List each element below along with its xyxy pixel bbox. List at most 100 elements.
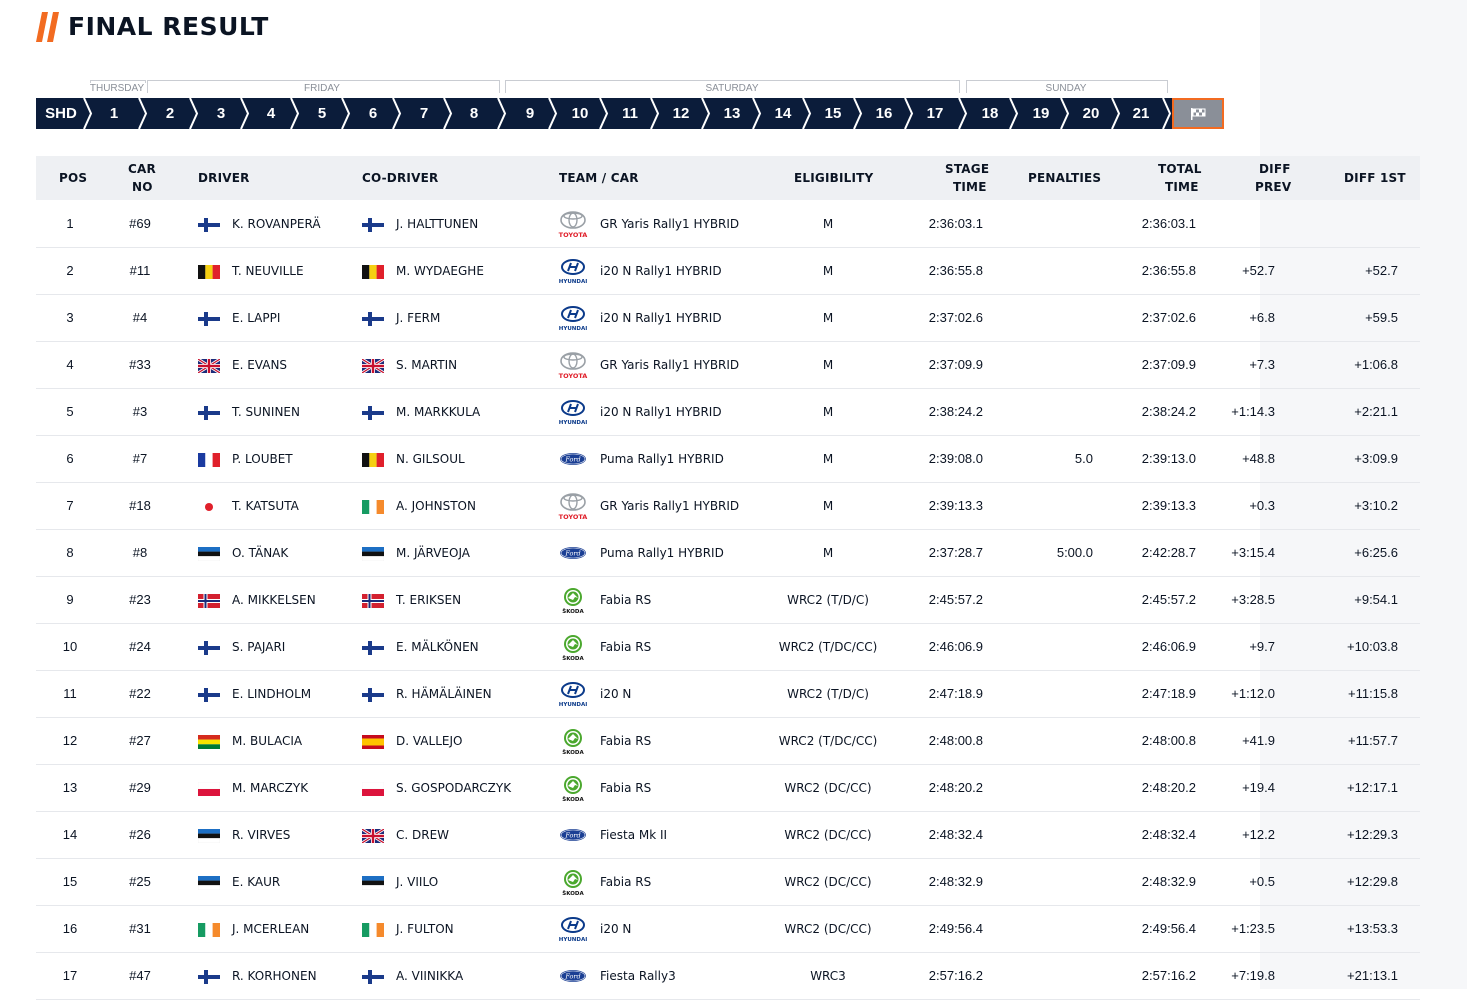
col-eligibility[interactable]: ELIGIBILITY bbox=[794, 169, 873, 187]
col-total-time-line1[interactable]: TOTAL bbox=[1158, 160, 1202, 178]
driver-name[interactable]: P. LOUBET bbox=[232, 436, 293, 482]
col-diff-prev-line1[interactable]: DIFF bbox=[1259, 160, 1291, 178]
stage-tab-15[interactable]: 15 bbox=[811, 98, 855, 129]
col-team-car[interactable]: TEAM / CAR bbox=[559, 169, 639, 187]
table-row[interactable]: 15 #25 E. KAUR J. VIILO ŠKODA Fabia RS WRC2 (D… bbox=[36, 859, 1420, 906]
driver-name[interactable]: O. TÄNAK bbox=[232, 530, 288, 576]
driver-name[interactable]: R. VIRVES bbox=[232, 812, 290, 858]
stage-tab-17[interactable]: 17 bbox=[913, 98, 957, 129]
stage-tab-18[interactable]: 18 bbox=[968, 98, 1012, 129]
stage-tab-5[interactable]: 5 bbox=[300, 98, 344, 129]
table-row[interactable]: 16 #31 J. MCERLEAN J. FULTON HYUNDAI i20 N WRC… bbox=[36, 906, 1420, 953]
stage-tab-3[interactable]: 3 bbox=[199, 98, 243, 129]
driver-name[interactable]: M. BULACIA bbox=[232, 718, 302, 764]
co-driver-name[interactable]: E. MÄLKÖNEN bbox=[396, 624, 479, 670]
stage-tab-6[interactable]: 6 bbox=[351, 98, 395, 129]
table-row[interactable]: 14 #26 R. VIRVES C. DREW Ford Fiesta Mk II WRC… bbox=[36, 812, 1420, 859]
col-car-no-line2[interactable]: NO bbox=[132, 178, 153, 196]
col-stage-time-line1[interactable]: STAGE bbox=[945, 160, 989, 178]
col-total-time-line2[interactable]: TIME bbox=[1165, 178, 1199, 196]
col-pos[interactable]: POS bbox=[59, 169, 87, 187]
stage-tab-12[interactable]: 12 bbox=[659, 98, 703, 129]
driver-name[interactable]: R. KORHONEN bbox=[232, 953, 317, 999]
stage-tab-finish[interactable] bbox=[1173, 98, 1223, 129]
svg-text:HYUNDAI: HYUNDAI bbox=[559, 326, 588, 332]
driver-name[interactable]: T. KATSUTA bbox=[232, 483, 299, 529]
stage-tab-16[interactable]: 16 bbox=[862, 98, 906, 129]
driver-name[interactable]: E. LINDHOLM bbox=[232, 671, 311, 717]
driver-name[interactable]: A. MIKKELSEN bbox=[232, 577, 316, 623]
table-row[interactable]: 6 #7 P. LOUBET N. GILSOUL Ford Puma Rally1 HY… bbox=[36, 436, 1420, 483]
stage-tab-11[interactable]: 11 bbox=[608, 98, 652, 129]
table-row[interactable]: 8 #8 O. TÄNAK M. JÄRVEOJA Ford Puma Rally1 HY… bbox=[36, 530, 1420, 577]
co-driver-name[interactable]: R. HÄMÄLÄINEN bbox=[396, 671, 492, 717]
col-driver[interactable]: DRIVER bbox=[198, 169, 250, 187]
stage-tab-8[interactable]: 8 bbox=[452, 98, 496, 129]
driver-name[interactable]: E. EVANS bbox=[232, 342, 287, 388]
stage-time: 2:49:56.4 bbox=[928, 921, 983, 936]
driver-name[interactable]: E. KAUR bbox=[232, 859, 280, 905]
col-penalties[interactable]: PENALTIES bbox=[1028, 169, 1101, 187]
car-model: Fabia RS bbox=[600, 734, 652, 748]
penalties bbox=[1016, 342, 1093, 388]
co-driver-name[interactable]: J. FERM bbox=[396, 295, 440, 341]
co-driver-name[interactable]: M. MARKKULA bbox=[396, 389, 480, 435]
driver-name[interactable]: S. PAJARI bbox=[232, 624, 285, 670]
co-driver-name[interactable]: N. GILSOUL bbox=[396, 436, 465, 482]
co-driver-name[interactable]: J. HALTTUNEN bbox=[396, 201, 478, 247]
col-car-no-line1[interactable]: CAR bbox=[128, 160, 156, 178]
co-driver-flag-icon bbox=[362, 923, 384, 937]
stage-tab-21[interactable]: 21 bbox=[1119, 98, 1163, 129]
stage-tab-2[interactable]: 2 bbox=[148, 98, 192, 129]
table-row[interactable]: 3 #4 E. LAPPI J. FERM HYUNDAI i20 N Rally1 HY… bbox=[36, 295, 1420, 342]
table-row[interactable]: 12 #27 M. BULACIA D. VALLEJO ŠKODA Fabia RS WR… bbox=[36, 718, 1420, 765]
co-driver-name[interactable]: C. DREW bbox=[396, 812, 449, 858]
table-row[interactable]: 4 #33 E. EVANS S. MARTIN TOYOTA GR Yaris Rall… bbox=[36, 342, 1420, 389]
col-co-driver[interactable]: CO-DRIVER bbox=[362, 169, 438, 187]
diff-first: +2:21.1 bbox=[1354, 404, 1398, 419]
co-driver-flag-icon bbox=[361, 547, 385, 562]
toyota-logo-icon: TOYOTA bbox=[558, 491, 588, 521]
stage-tab-13[interactable]: 13 bbox=[710, 98, 754, 129]
driver-name[interactable]: M. MARCZYK bbox=[232, 765, 308, 811]
table-row[interactable]: 10 #24 S. PAJARI E. MÄLKÖNEN ŠKODA Fabia RS WR… bbox=[36, 624, 1420, 671]
stage-tab-9[interactable]: 9 bbox=[508, 98, 552, 129]
co-driver-name[interactable]: S. MARTIN bbox=[396, 342, 457, 388]
co-driver-name[interactable]: S. GOSPODARCZYK bbox=[396, 765, 511, 811]
stage-tab-shd[interactable]: SHD bbox=[39, 98, 83, 129]
table-row[interactable]: 9 #23 A. MIKKELSEN T. ERIKSEN ŠKODA Fabia RS W… bbox=[36, 577, 1420, 624]
stage-tab-4[interactable]: 4 bbox=[249, 98, 293, 129]
col-diff-prev-line2[interactable]: PREV bbox=[1255, 178, 1291, 196]
table-row[interactable]: 1 #69 K. ROVANPERÄ J. HALTTUNEN TOYOTA GR Yar… bbox=[36, 201, 1420, 248]
diff-first: +21:13.1 bbox=[1347, 968, 1398, 983]
table-row[interactable]: 13 #29 M. MARCZYK S. GOSPODARCZYK ŠKODA Fabia… bbox=[36, 765, 1420, 812]
driver-name[interactable]: J. MCERLEAN bbox=[232, 906, 309, 952]
co-driver-name[interactable]: T. ERIKSEN bbox=[396, 577, 461, 623]
driver-name[interactable]: E. LAPPI bbox=[232, 295, 280, 341]
stage-tab-10[interactable]: 10 bbox=[558, 98, 602, 129]
stage-tab-1[interactable]: 1 bbox=[92, 98, 136, 129]
page-title: FINAL RESULT bbox=[68, 12, 269, 41]
table-row[interactable]: 7 #18 T. KATSUTA A. JOHNSTON TOYOTA GR Yaris … bbox=[36, 483, 1420, 530]
stage-tab-7[interactable]: 7 bbox=[402, 98, 446, 129]
stage-tab-14[interactable]: 14 bbox=[761, 98, 805, 129]
diff-prev: +41.9 bbox=[1242, 733, 1275, 748]
co-driver-name[interactable]: J. FULTON bbox=[396, 906, 454, 952]
table-row[interactable]: 11 #22 E. LINDHOLM R. HÄMÄLÄINEN HYUNDAI i20 … bbox=[36, 671, 1420, 718]
co-driver-name[interactable]: J. VIILO bbox=[396, 859, 438, 905]
col-diff-first[interactable]: DIFF 1ST bbox=[1344, 169, 1406, 187]
driver-name[interactable]: T. NEUVILLE bbox=[232, 248, 304, 294]
stage-tab-19[interactable]: 19 bbox=[1019, 98, 1063, 129]
table-row[interactable]: 2 #11 T. NEUVILLE M. WYDAEGHE HYUNDAI i20 N R… bbox=[36, 248, 1420, 295]
stage-tab-20[interactable]: 20 bbox=[1069, 98, 1113, 129]
col-stage-time-line2[interactable]: TIME bbox=[953, 178, 987, 196]
driver-name[interactable]: T. SUNINEN bbox=[232, 389, 300, 435]
driver-name[interactable]: K. ROVANPERÄ bbox=[232, 201, 321, 247]
co-driver-name[interactable]: A. VIINIKKA bbox=[396, 953, 463, 999]
co-driver-name[interactable]: M. WYDAEGHE bbox=[396, 248, 484, 294]
table-row[interactable]: 5 #3 T. SUNINEN M. MARKKULA HYUNDAI i20 N Ral… bbox=[36, 389, 1420, 436]
co-driver-name[interactable]: M. JÄRVEOJA bbox=[396, 530, 470, 576]
table-row[interactable]: 17 #47 R. KORHONEN A. VIINIKKA Ford Fiesta Ra… bbox=[36, 953, 1420, 1000]
co-driver-name[interactable]: A. JOHNSTON bbox=[396, 483, 476, 529]
co-driver-name[interactable]: D. VALLEJO bbox=[396, 718, 462, 764]
